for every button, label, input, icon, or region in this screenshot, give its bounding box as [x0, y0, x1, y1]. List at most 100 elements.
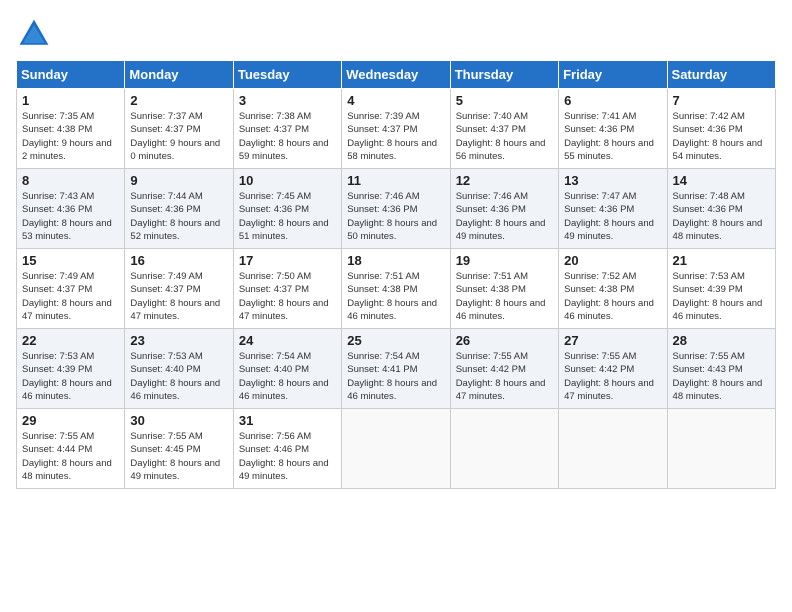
day-info: Sunrise: 7:53 AM Sunset: 4:39 PM Dayligh… — [22, 350, 119, 403]
calendar-cell: 19 Sunrise: 7:51 AM Sunset: 4:38 PM Dayl… — [450, 249, 558, 329]
day-number: 30 — [130, 413, 227, 428]
day-info: Sunrise: 7:55 AM Sunset: 4:45 PM Dayligh… — [130, 430, 227, 483]
day-number: 5 — [456, 93, 553, 108]
day-info: Sunrise: 7:43 AM Sunset: 4:36 PM Dayligh… — [22, 190, 119, 243]
day-info: Sunrise: 7:44 AM Sunset: 4:36 PM Dayligh… — [130, 190, 227, 243]
calendar-cell: 22 Sunrise: 7:53 AM Sunset: 4:39 PM Dayl… — [17, 329, 125, 409]
calendar-cell: 12 Sunrise: 7:46 AM Sunset: 4:36 PM Dayl… — [450, 169, 558, 249]
calendar-cell: 31 Sunrise: 7:56 AM Sunset: 4:46 PM Dayl… — [233, 409, 341, 489]
day-number: 7 — [673, 93, 770, 108]
day-info: Sunrise: 7:49 AM Sunset: 4:37 PM Dayligh… — [130, 270, 227, 323]
day-number: 29 — [22, 413, 119, 428]
day-info: Sunrise: 7:37 AM Sunset: 4:37 PM Dayligh… — [130, 110, 227, 163]
calendar-cell: 8 Sunrise: 7:43 AM Sunset: 4:36 PM Dayli… — [17, 169, 125, 249]
day-number: 3 — [239, 93, 336, 108]
day-info: Sunrise: 7:55 AM Sunset: 4:43 PM Dayligh… — [673, 350, 770, 403]
calendar-cell: 28 Sunrise: 7:55 AM Sunset: 4:43 PM Dayl… — [667, 329, 775, 409]
day-info: Sunrise: 7:38 AM Sunset: 4:37 PM Dayligh… — [239, 110, 336, 163]
day-number: 19 — [456, 253, 553, 268]
calendar-cell: 5 Sunrise: 7:40 AM Sunset: 4:37 PM Dayli… — [450, 89, 558, 169]
calendar-cell: 30 Sunrise: 7:55 AM Sunset: 4:45 PM Dayl… — [125, 409, 233, 489]
day-info: Sunrise: 7:52 AM Sunset: 4:38 PM Dayligh… — [564, 270, 661, 323]
day-number: 26 — [456, 333, 553, 348]
day-info: Sunrise: 7:42 AM Sunset: 4:36 PM Dayligh… — [673, 110, 770, 163]
calendar-cell: 23 Sunrise: 7:53 AM Sunset: 4:40 PM Dayl… — [125, 329, 233, 409]
day-number: 31 — [239, 413, 336, 428]
day-number: 2 — [130, 93, 227, 108]
calendar-cell: 15 Sunrise: 7:49 AM Sunset: 4:37 PM Dayl… — [17, 249, 125, 329]
calendar-cell: 10 Sunrise: 7:45 AM Sunset: 4:36 PM Dayl… — [233, 169, 341, 249]
day-number: 12 — [456, 173, 553, 188]
day-info: Sunrise: 7:53 AM Sunset: 4:40 PM Dayligh… — [130, 350, 227, 403]
day-info: Sunrise: 7:50 AM Sunset: 4:37 PM Dayligh… — [239, 270, 336, 323]
calendar-week-row: 8 Sunrise: 7:43 AM Sunset: 4:36 PM Dayli… — [17, 169, 776, 249]
day-header-friday: Friday — [559, 61, 667, 89]
day-number: 18 — [347, 253, 444, 268]
day-number: 1 — [22, 93, 119, 108]
calendar-cell: 26 Sunrise: 7:55 AM Sunset: 4:42 PM Dayl… — [450, 329, 558, 409]
day-info: Sunrise: 7:54 AM Sunset: 4:41 PM Dayligh… — [347, 350, 444, 403]
day-info: Sunrise: 7:41 AM Sunset: 4:36 PM Dayligh… — [564, 110, 661, 163]
calendar-cell: 6 Sunrise: 7:41 AM Sunset: 4:36 PM Dayli… — [559, 89, 667, 169]
day-info: Sunrise: 7:46 AM Sunset: 4:36 PM Dayligh… — [347, 190, 444, 243]
day-header-monday: Monday — [125, 61, 233, 89]
day-info: Sunrise: 7:55 AM Sunset: 4:42 PM Dayligh… — [564, 350, 661, 403]
calendar-cell: 4 Sunrise: 7:39 AM Sunset: 4:37 PM Dayli… — [342, 89, 450, 169]
day-info: Sunrise: 7:49 AM Sunset: 4:37 PM Dayligh… — [22, 270, 119, 323]
day-number: 9 — [130, 173, 227, 188]
day-info: Sunrise: 7:47 AM Sunset: 4:36 PM Dayligh… — [564, 190, 661, 243]
calendar-week-row: 15 Sunrise: 7:49 AM Sunset: 4:37 PM Dayl… — [17, 249, 776, 329]
day-info: Sunrise: 7:48 AM Sunset: 4:36 PM Dayligh… — [673, 190, 770, 243]
day-number: 4 — [347, 93, 444, 108]
page-header — [16, 16, 776, 52]
calendar-cell: 27 Sunrise: 7:55 AM Sunset: 4:42 PM Dayl… — [559, 329, 667, 409]
day-number: 14 — [673, 173, 770, 188]
day-number: 16 — [130, 253, 227, 268]
day-number: 24 — [239, 333, 336, 348]
day-info: Sunrise: 7:55 AM Sunset: 4:44 PM Dayligh… — [22, 430, 119, 483]
day-header-sunday: Sunday — [17, 61, 125, 89]
day-header-saturday: Saturday — [667, 61, 775, 89]
day-number: 15 — [22, 253, 119, 268]
day-info: Sunrise: 7:35 AM Sunset: 4:38 PM Dayligh… — [22, 110, 119, 163]
day-number: 6 — [564, 93, 661, 108]
calendar-cell: 13 Sunrise: 7:47 AM Sunset: 4:36 PM Dayl… — [559, 169, 667, 249]
calendar-week-row: 1 Sunrise: 7:35 AM Sunset: 4:38 PM Dayli… — [17, 89, 776, 169]
day-info: Sunrise: 7:53 AM Sunset: 4:39 PM Dayligh… — [673, 270, 770, 323]
logo-icon — [16, 16, 52, 52]
calendar-cell: 11 Sunrise: 7:46 AM Sunset: 4:36 PM Dayl… — [342, 169, 450, 249]
day-number: 21 — [673, 253, 770, 268]
calendar-cell: 16 Sunrise: 7:49 AM Sunset: 4:37 PM Dayl… — [125, 249, 233, 329]
calendar-cell — [559, 409, 667, 489]
day-info: Sunrise: 7:54 AM Sunset: 4:40 PM Dayligh… — [239, 350, 336, 403]
calendar-cell: 21 Sunrise: 7:53 AM Sunset: 4:39 PM Dayl… — [667, 249, 775, 329]
day-info: Sunrise: 7:56 AM Sunset: 4:46 PM Dayligh… — [239, 430, 336, 483]
calendar-cell: 7 Sunrise: 7:42 AM Sunset: 4:36 PM Dayli… — [667, 89, 775, 169]
day-number: 25 — [347, 333, 444, 348]
day-number: 23 — [130, 333, 227, 348]
calendar-cell — [450, 409, 558, 489]
day-info: Sunrise: 7:39 AM Sunset: 4:37 PM Dayligh… — [347, 110, 444, 163]
calendar-cell: 29 Sunrise: 7:55 AM Sunset: 4:44 PM Dayl… — [17, 409, 125, 489]
day-number: 22 — [22, 333, 119, 348]
calendar-cell: 2 Sunrise: 7:37 AM Sunset: 4:37 PM Dayli… — [125, 89, 233, 169]
calendar-week-row: 22 Sunrise: 7:53 AM Sunset: 4:39 PM Dayl… — [17, 329, 776, 409]
day-number: 17 — [239, 253, 336, 268]
day-header-tuesday: Tuesday — [233, 61, 341, 89]
day-info: Sunrise: 7:51 AM Sunset: 4:38 PM Dayligh… — [347, 270, 444, 323]
day-number: 28 — [673, 333, 770, 348]
day-info: Sunrise: 7:55 AM Sunset: 4:42 PM Dayligh… — [456, 350, 553, 403]
calendar-table: SundayMondayTuesdayWednesdayThursdayFrid… — [16, 60, 776, 489]
day-number: 20 — [564, 253, 661, 268]
day-number: 27 — [564, 333, 661, 348]
logo — [16, 16, 56, 52]
calendar-cell: 9 Sunrise: 7:44 AM Sunset: 4:36 PM Dayli… — [125, 169, 233, 249]
day-info: Sunrise: 7:45 AM Sunset: 4:36 PM Dayligh… — [239, 190, 336, 243]
day-info: Sunrise: 7:40 AM Sunset: 4:37 PM Dayligh… — [456, 110, 553, 163]
calendar-header-row: SundayMondayTuesdayWednesdayThursdayFrid… — [17, 61, 776, 89]
day-number: 13 — [564, 173, 661, 188]
calendar-cell — [342, 409, 450, 489]
calendar-week-row: 29 Sunrise: 7:55 AM Sunset: 4:44 PM Dayl… — [17, 409, 776, 489]
day-info: Sunrise: 7:51 AM Sunset: 4:38 PM Dayligh… — [456, 270, 553, 323]
day-number: 10 — [239, 173, 336, 188]
